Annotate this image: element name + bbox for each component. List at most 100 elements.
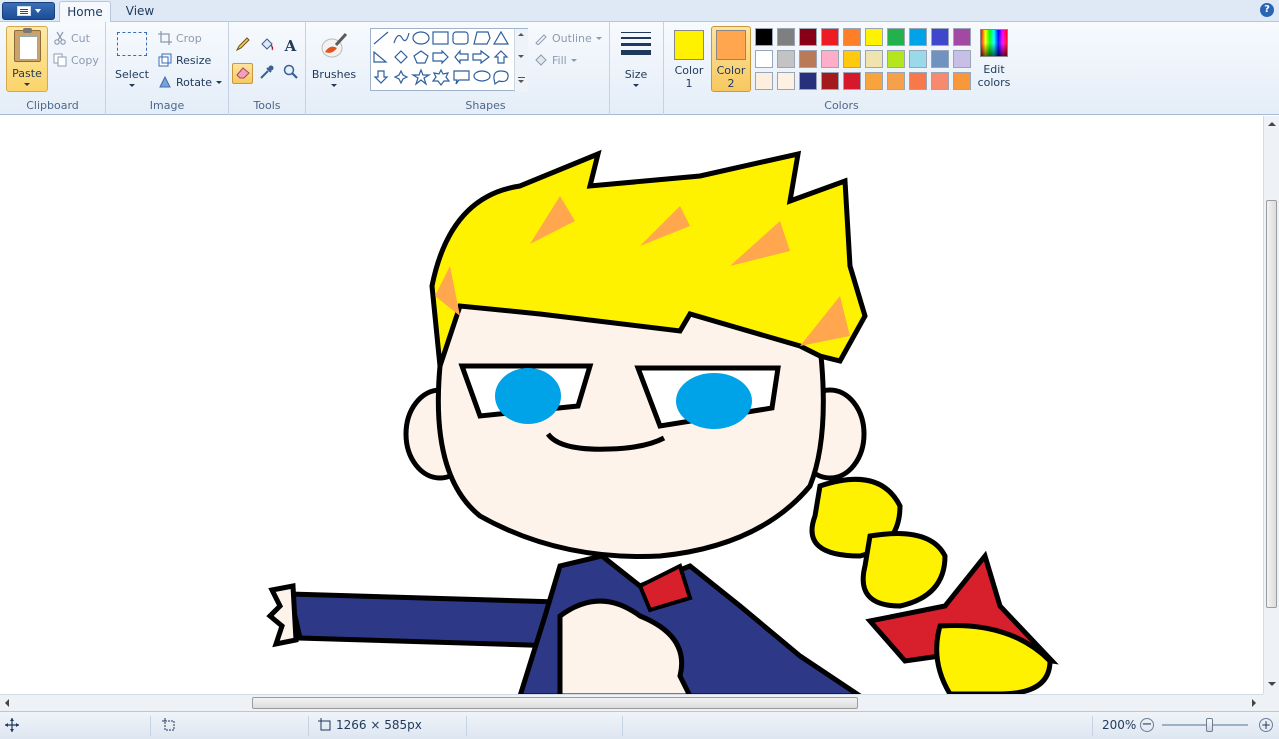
palette-swatch[interactable] bbox=[821, 50, 839, 68]
chevron-down-icon bbox=[34, 9, 41, 13]
drawing-canvas[interactable] bbox=[0, 116, 1263, 694]
color1-swatch bbox=[674, 30, 704, 60]
eyedropper-icon bbox=[259, 64, 275, 83]
shapes-group: Outline Fill Shapes bbox=[362, 22, 610, 115]
color2-swatch bbox=[716, 30, 746, 60]
cut-button[interactable]: Cut bbox=[53, 28, 90, 48]
shapes-gallery-icons[interactable] bbox=[371, 29, 515, 91]
paintbrush-icon bbox=[319, 30, 349, 60]
scroll-right-arrow-icon[interactable] bbox=[1252, 699, 1256, 707]
palette-swatch[interactable] bbox=[843, 50, 861, 68]
magnifier-icon bbox=[283, 64, 299, 83]
palette-swatch[interactable] bbox=[865, 72, 883, 90]
tab-home[interactable]: Home bbox=[59, 1, 111, 23]
outline-button[interactable]: Outline bbox=[534, 28, 602, 48]
eraser-tool[interactable] bbox=[232, 63, 253, 84]
brushes-label: Brushes bbox=[311, 68, 357, 81]
palette-swatch[interactable] bbox=[821, 72, 839, 90]
fill-tool[interactable] bbox=[256, 35, 277, 56]
paint-menu-button[interactable] bbox=[2, 2, 55, 20]
canvas-drawing[interactable] bbox=[0, 116, 1263, 694]
size-button[interactable]: Size bbox=[616, 26, 656, 92]
horizontal-scroll-thumb[interactable] bbox=[252, 697, 858, 709]
color2-number: 2 bbox=[727, 77, 735, 90]
color1-label: Color bbox=[674, 64, 704, 77]
palette-swatch[interactable] bbox=[777, 50, 795, 68]
copy-button[interactable]: Copy bbox=[53, 50, 99, 70]
palette-swatch[interactable] bbox=[909, 28, 927, 46]
palette-swatch[interactable] bbox=[887, 28, 905, 46]
palette-swatch[interactable] bbox=[865, 28, 883, 46]
crop-label: Crop bbox=[176, 31, 202, 45]
status-bar: 1266 × 585px 200% − + bbox=[0, 711, 1279, 739]
palette-swatch[interactable] bbox=[777, 28, 795, 46]
chevron-down-icon bbox=[570, 58, 577, 62]
palette-swatch[interactable] bbox=[799, 28, 817, 46]
paste-button[interactable]: Paste bbox=[6, 26, 48, 92]
select-label: Select bbox=[115, 68, 149, 81]
palette-swatch[interactable] bbox=[931, 50, 949, 68]
palette-swatch[interactable] bbox=[799, 72, 817, 90]
vertical-scrollbar[interactable] bbox=[1263, 116, 1279, 694]
zoom-in-icon[interactable]: + bbox=[1259, 718, 1273, 732]
scroll-left-arrow-icon[interactable] bbox=[5, 699, 9, 707]
vertical-scroll-thumb[interactable] bbox=[1266, 200, 1277, 608]
chevron-down-icon[interactable] bbox=[518, 55, 524, 58]
text-tool[interactable]: A bbox=[280, 35, 301, 56]
pencil-icon bbox=[235, 36, 251, 55]
palette-swatch[interactable] bbox=[799, 50, 817, 68]
palette-swatch[interactable] bbox=[843, 72, 861, 90]
help-icon[interactable]: ? bbox=[1260, 3, 1274, 17]
zoom-slider-thumb[interactable] bbox=[1206, 718, 1213, 732]
palette-swatch[interactable] bbox=[843, 28, 861, 46]
edit-colors-button[interactable]: Edit colors bbox=[976, 26, 1012, 92]
canvas-size-icon bbox=[318, 718, 332, 735]
brushes-button[interactable]: Brushes bbox=[310, 26, 358, 92]
palette-swatch[interactable] bbox=[887, 72, 905, 90]
tab-view[interactable]: View bbox=[118, 1, 162, 23]
jacket-sleeve bbox=[286, 591, 563, 649]
ribbon: Paste Cut Copy Clipboard Select Crop Res… bbox=[0, 22, 1279, 115]
palette-swatch[interactable] bbox=[755, 50, 773, 68]
crop-button[interactable]: Crop bbox=[158, 28, 202, 48]
palette-swatch[interactable] bbox=[755, 28, 773, 46]
rotate-button[interactable]: Rotate bbox=[158, 72, 223, 92]
resize-button[interactable]: Resize bbox=[158, 50, 211, 70]
palette-swatch[interactable] bbox=[953, 72, 971, 90]
color1-button[interactable]: Color 1 bbox=[669, 26, 709, 92]
palette-swatch[interactable] bbox=[755, 72, 773, 90]
palette-swatch[interactable] bbox=[909, 72, 927, 90]
gallery-expand-icon[interactable] bbox=[518, 77, 525, 78]
magnifier-tool[interactable] bbox=[280, 63, 301, 84]
text-icon: A bbox=[284, 36, 297, 55]
select-button[interactable]: Select bbox=[112, 26, 152, 92]
shapes-gallery bbox=[370, 28, 528, 92]
cut-label: Cut bbox=[71, 31, 90, 45]
group-label-shapes: Shapes bbox=[465, 99, 506, 112]
chevron-down-icon bbox=[129, 84, 135, 87]
chevron-down-icon bbox=[216, 80, 223, 84]
right-iris bbox=[676, 373, 752, 429]
palette-swatch[interactable] bbox=[865, 50, 883, 68]
chevron-up-icon[interactable] bbox=[518, 33, 524, 36]
shapes-gallery-scroll[interactable] bbox=[514, 29, 528, 92]
color2-button[interactable]: Color 2 bbox=[711, 26, 751, 92]
color-picker-tool[interactable] bbox=[256, 63, 277, 84]
fill-button[interactable]: Fill bbox=[534, 50, 577, 70]
palette-swatch[interactable] bbox=[931, 28, 949, 46]
pencil-tool[interactable] bbox=[232, 35, 253, 56]
palette-swatch[interactable] bbox=[821, 28, 839, 46]
zoom-slider[interactable] bbox=[1162, 718, 1248, 732]
palette-swatch[interactable] bbox=[953, 28, 971, 46]
palette-swatch[interactable] bbox=[931, 72, 949, 90]
scroll-up-arrow-icon[interactable] bbox=[1268, 122, 1276, 126]
horizontal-scrollbar[interactable] bbox=[0, 694, 1263, 711]
palette-swatch[interactable] bbox=[887, 50, 905, 68]
palette-swatch[interactable] bbox=[777, 72, 795, 90]
status-separator bbox=[622, 716, 623, 736]
palette-swatch[interactable] bbox=[953, 50, 971, 68]
tools-group: A Tools bbox=[229, 22, 306, 115]
palette-swatch[interactable] bbox=[909, 50, 927, 68]
scroll-down-arrow-icon[interactable] bbox=[1268, 682, 1276, 686]
zoom-out-icon[interactable]: − bbox=[1140, 718, 1154, 732]
